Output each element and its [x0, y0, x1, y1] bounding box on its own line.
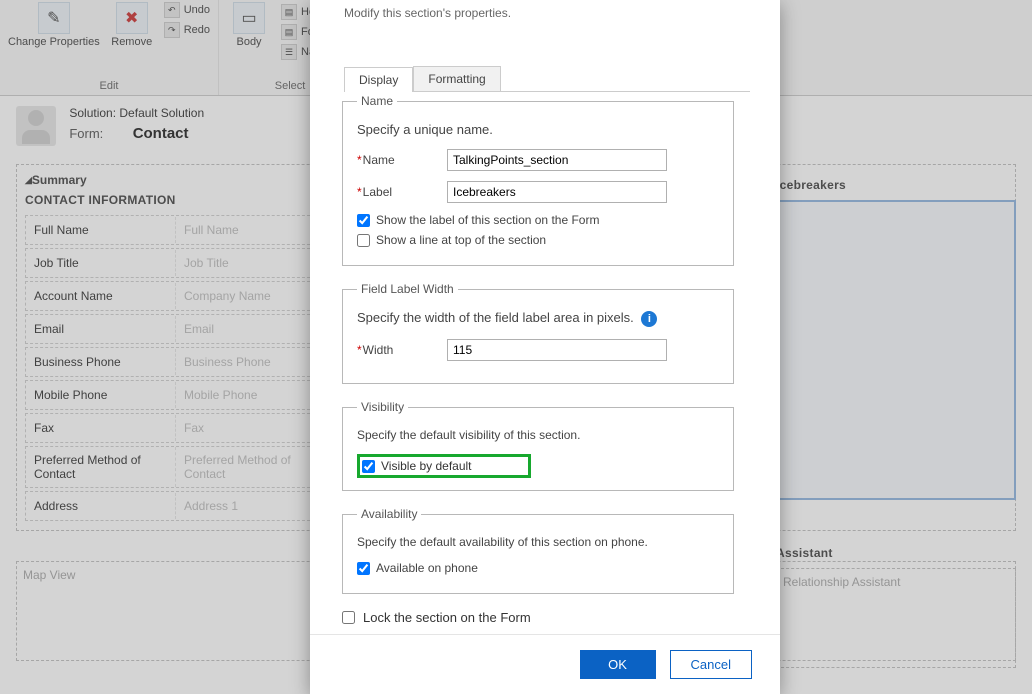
legend-visibility: Visibility — [357, 400, 408, 414]
ok-button[interactable]: OK — [580, 650, 656, 679]
tab-formatting[interactable]: Formatting — [413, 66, 500, 91]
show-line-checkbox[interactable] — [357, 234, 370, 247]
legend-width: Field Label Width — [357, 282, 458, 296]
width-desc: Specify the width of the field label are… — [357, 310, 719, 327]
lock-section-row[interactable]: Lock the section on the Form — [342, 610, 734, 625]
available-checkbox[interactable] — [357, 562, 370, 575]
dialog-scroll-area[interactable]: Name Specify a unique name. Name Label S… — [340, 92, 750, 634]
fieldset-width: Field Label Width Specify the width of t… — [342, 282, 734, 384]
legend-availability: Availability — [357, 507, 421, 521]
name-input[interactable] — [447, 149, 667, 171]
width-desc-text: Specify the width of the field label are… — [357, 310, 634, 325]
label-label: Label — [357, 185, 447, 199]
info-icon[interactable]: i — [641, 311, 657, 327]
available-checkbox-row[interactable]: Available on phone — [357, 561, 719, 575]
visible-text: Visible by default — [381, 459, 472, 473]
legend-name: Name — [357, 94, 397, 108]
dialog-footer: OK Cancel — [310, 634, 780, 694]
visibility-desc: Specify the default visibility of this s… — [357, 428, 719, 442]
fieldset-name: Name Specify a unique name. Name Label S… — [342, 94, 734, 266]
visible-checkbox[interactable] — [362, 460, 375, 473]
show-line-checkbox-row[interactable]: Show a line at top of the section — [357, 233, 719, 247]
tab-strip: Display Formatting — [344, 66, 750, 92]
width-label: Width — [357, 343, 447, 357]
name-desc: Specify a unique name. — [357, 122, 719, 137]
show-label-checkbox[interactable] — [357, 214, 370, 227]
availability-desc: Specify the default availability of this… — [357, 535, 719, 549]
dialog-intro: Modify this section's properties. — [344, 6, 750, 20]
width-input[interactable] — [447, 339, 667, 361]
fieldset-availability: Availability Specify the default availab… — [342, 507, 734, 594]
name-label: Name — [357, 153, 447, 167]
lock-section-checkbox[interactable] — [342, 611, 355, 624]
tab-display[interactable]: Display — [344, 67, 413, 92]
show-line-text: Show a line at top of the section — [376, 233, 546, 247]
visible-highlight: Visible by default — [357, 454, 531, 478]
fieldset-visibility: Visibility Specify the default visibilit… — [342, 400, 734, 491]
section-properties-dialog: Modify this section's properties. Displa… — [310, 0, 780, 694]
show-label-text: Show the label of this section on the Fo… — [376, 213, 599, 227]
label-input[interactable] — [447, 181, 667, 203]
available-text: Available on phone — [376, 561, 478, 575]
show-label-checkbox-row[interactable]: Show the label of this section on the Fo… — [357, 213, 719, 227]
cancel-button[interactable]: Cancel — [670, 650, 752, 679]
lock-section-text: Lock the section on the Form — [363, 610, 531, 625]
